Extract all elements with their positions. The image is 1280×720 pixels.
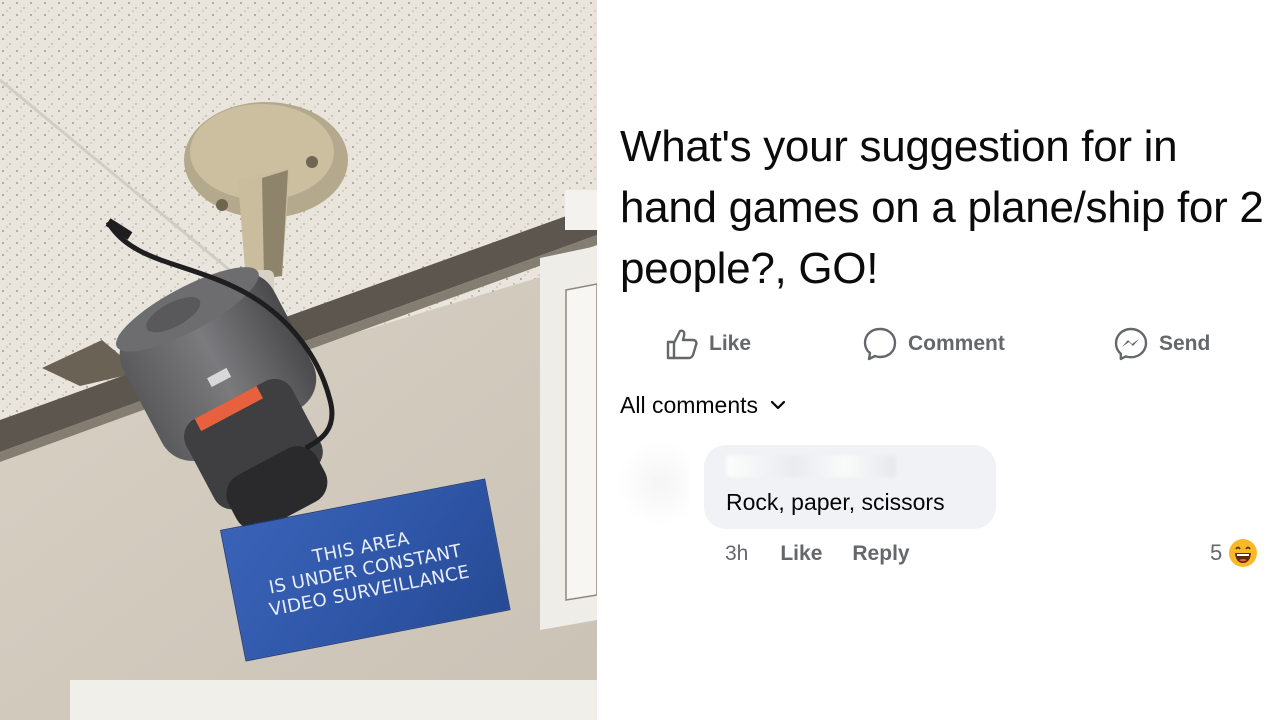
surveillance-photo: THIS AREA IS UNDER CONSTANT VIDEO SURVEI… (0, 0, 597, 720)
all-comments-label: All comments (620, 391, 759, 418)
chevron-down-icon (770, 400, 786, 410)
comment-reactions[interactable]: 5 (1210, 537, 1258, 569)
send-button[interactable]: Send (1113, 322, 1210, 366)
comment-bubble: Rock, paper, scissors (704, 445, 996, 529)
post-action-bar: Like Comment Send (597, 322, 1280, 366)
social-post: What's your suggestion for in hand games… (597, 0, 1280, 720)
comment-icon (863, 327, 897, 361)
commenter-avatar[interactable] (617, 440, 689, 526)
like-button[interactable]: Like (665, 322, 751, 366)
comment-like-link[interactable]: Like (780, 542, 822, 566)
commenter-name-redacted[interactable] (726, 455, 896, 477)
comment-reply-link[interactable]: Reply (852, 542, 909, 566)
all-comments-filter[interactable]: All comments (620, 390, 786, 420)
comment-label: Comment (908, 332, 1005, 355)
messenger-icon (1114, 327, 1148, 361)
send-label: Send (1159, 332, 1211, 355)
comment-text: Rock, paper, scissors (726, 489, 945, 515)
comment-button[interactable]: Comment (862, 322, 1005, 366)
reaction-count: 5 (1210, 540, 1223, 565)
post-question: What's your suggestion for in hand games… (620, 122, 1264, 293)
comment-meta: 3h Like Reply (725, 540, 940, 568)
laughing-emoji-icon (1229, 539, 1258, 567)
thumbs-up-icon (666, 329, 698, 360)
like-label: Like (709, 332, 752, 355)
comment-time[interactable]: 3h (725, 542, 748, 566)
